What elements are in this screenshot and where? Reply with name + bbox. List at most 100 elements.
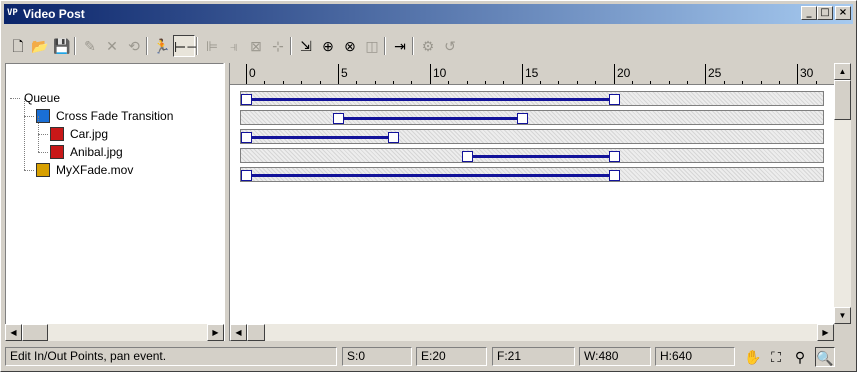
range-bar[interactable] (467, 155, 615, 158)
zoom-region-icon[interactable]: 🔍 (815, 347, 835, 367)
ruler-tick (742, 81, 743, 84)
tree-horizontal-scroll-thumb[interactable] (22, 324, 48, 341)
range-end-handle[interactable] (516, 113, 528, 124)
ruler-tick (595, 81, 596, 84)
video-post-app-icon: VP (7, 8, 18, 18)
range-bar[interactable] (338, 117, 523, 120)
ruler-tick-label: 25 (708, 66, 722, 80)
range-start-handle[interactable] (461, 151, 473, 162)
tree-scroll-left-button[interactable]: ◀ (5, 324, 22, 341)
event-track[interactable] (240, 91, 824, 106)
track-scroll-right-button[interactable]: ▶ (817, 324, 834, 341)
range-end-handle[interactable] (608, 151, 620, 162)
minimize-button[interactable]: _ (801, 6, 817, 20)
range-start-handle[interactable] (241, 170, 252, 181)
track-horizontal-scrollbar[interactable]: ◀ ▶ (230, 324, 851, 341)
ruler-tick (522, 64, 523, 84)
track-horizontal-scroll-thumb[interactable] (247, 324, 265, 341)
time-ruler[interactable]: 0 5 10 15 20 25 30 (230, 63, 835, 85)
status-message: Edit In/Out Points, pan event. (5, 347, 337, 366)
ruler-tick-label: 15 (525, 66, 539, 80)
add-image-output-event-icon[interactable]: ⇥ (389, 35, 411, 57)
ruler-tick (705, 64, 706, 84)
scroll-up-button[interactable]: ▲ (834, 63, 851, 80)
range-start-handle[interactable] (241, 94, 252, 105)
range-start-handle[interactable] (332, 113, 344, 124)
tree-connector (24, 170, 34, 171)
ruler-tick (558, 81, 559, 84)
status-bar: Edit In/Out Points, pan event. S:0 E:20 … (5, 346, 851, 368)
range-bar[interactable] (247, 98, 615, 101)
image-input-icon (50, 145, 64, 159)
add-image-layer-event-icon[interactable]: ◫ (361, 35, 383, 57)
make-same-size-icon[interactable]: ⊠ (245, 35, 267, 57)
align-right-icon[interactable]: ⫣ (223, 35, 245, 57)
track-scroll-left-button[interactable]: ◀ (230, 324, 247, 341)
status-frame-count: F:21 (492, 347, 575, 366)
toolbar-separator (412, 37, 414, 55)
tree-item-label: Queue (24, 91, 61, 105)
zoom-time-icon[interactable]: ⚲ (790, 347, 810, 367)
queue-tree[interactable]: Queue Cross Fade Transition Car.jpg Anibal.… (5, 63, 224, 341)
tree-connector (10, 98, 20, 99)
vertical-scroll-thumb[interactable] (834, 80, 851, 120)
add-loop-event-icon[interactable]: ↺ (439, 35, 461, 57)
image-output-icon (36, 163, 50, 177)
ruler-tick (283, 81, 284, 84)
add-image-filter-event-icon[interactable]: ⊗ (339, 35, 361, 57)
close-button[interactable]: × (835, 6, 851, 20)
ruler-tick (485, 81, 486, 84)
window-title: Video Post (23, 7, 85, 21)
pan-hand-icon[interactable]: ✋ (743, 347, 763, 367)
tree-connector (38, 152, 48, 153)
event-track[interactable] (240, 167, 824, 182)
tree-item-label: MyXFade.mov (56, 163, 134, 177)
add-external-event-icon[interactable]: ⚙ (417, 35, 439, 57)
scroll-corner (834, 324, 851, 341)
range-bar[interactable] (247, 136, 394, 139)
ruler-tick (540, 81, 541, 84)
tree-item-label: Cross Fade Transition (56, 109, 174, 123)
open-sequence-icon[interactable]: 📂 (29, 35, 51, 57)
ruler-tick-label: 5 (341, 66, 348, 80)
delete-current-event-icon[interactable]: ✕ (101, 35, 123, 57)
status-height: H:640 (655, 347, 735, 366)
event-track[interactable] (240, 148, 824, 163)
tree-item-label: Anibal.jpg (70, 145, 123, 159)
zoom-extents-icon[interactable]: ⛶ (766, 347, 786, 367)
range-start-handle[interactable] (241, 132, 252, 143)
track-area[interactable]: 0 5 10 15 20 25 30 (230, 63, 835, 324)
title-bar[interactable]: VP Video Post _ □ × (4, 4, 853, 24)
edit-range-bar-icon[interactable]: ⊢⊣ (173, 35, 198, 57)
range-end-handle[interactable] (388, 132, 399, 143)
range-end-handle[interactable] (608, 170, 620, 181)
ruler-tick (816, 81, 817, 84)
ruler-tick (301, 81, 302, 84)
range-bar[interactable] (247, 174, 615, 177)
edit-current-event-icon[interactable]: ✎ (79, 35, 101, 57)
range-end-handle[interactable] (608, 94, 620, 105)
new-sequence-icon[interactable]: 🗋 (7, 35, 29, 57)
ruler-tick (779, 81, 780, 84)
add-image-input-event-icon[interactable]: ⊕ (317, 35, 339, 57)
event-track[interactable] (240, 110, 824, 125)
add-scene-event-icon[interactable]: ⇲ (295, 35, 317, 57)
ruler-tick (687, 81, 688, 84)
abut-selected-icon[interactable]: ⊹ (267, 35, 289, 57)
tree-horizontal-scrollbar[interactable]: ◀ ▶ (5, 324, 224, 341)
vertical-scrollbar[interactable]: ▲ ▼ (834, 63, 851, 324)
tree-scroll-right-button[interactable]: ▶ (207, 324, 224, 341)
ruler-tick (375, 81, 376, 84)
event-track[interactable] (240, 129, 824, 144)
swap-events-icon[interactable]: ⟲ (123, 35, 145, 57)
save-sequence-icon[interactable]: 💾 (51, 35, 73, 57)
ruler-tick-label: 10 (433, 66, 447, 80)
toolbar: 🗋 📂 💾 ✎ ✕ ⟲ 🏃 ⊢⊣ ⊫ ⫣ ⊠ ⊹ ⇲ ⊕ ⊗ ◫ ⇥ ⚙ ↺ (7, 35, 847, 61)
tree-item-label: Car.jpg (70, 127, 109, 141)
ruler-tick (411, 81, 412, 84)
execute-sequence-icon[interactable]: 🏃 (151, 35, 173, 57)
scroll-down-button[interactable]: ▼ (834, 307, 851, 324)
maximize-button[interactable]: □ (817, 6, 833, 20)
toolbar-separator (146, 37, 148, 55)
align-left-icon[interactable]: ⊫ (201, 35, 223, 57)
